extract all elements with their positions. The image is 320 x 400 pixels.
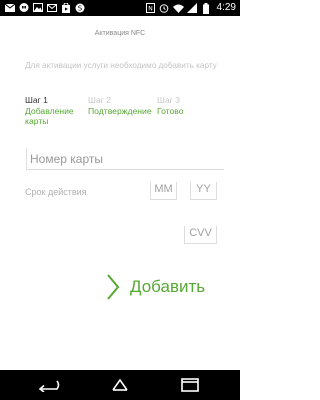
hangouts-icon	[18, 2, 29, 13]
recents-icon[interactable]	[178, 376, 202, 394]
mail-icon	[46, 2, 57, 13]
step-number: Шаг 1	[25, 95, 48, 105]
screen: S N 4:29 Активация NFC Для активации усл…	[0, 0, 240, 400]
home-icon[interactable]	[108, 376, 132, 394]
play-store-icon	[60, 2, 71, 13]
image-icon	[32, 2, 43, 13]
status-bar: S N 4:29	[0, 0, 240, 16]
nfc-icon: N	[145, 3, 156, 14]
step-2: Шаг 2 Подтверждение	[88, 95, 152, 116]
battery-icon	[201, 2, 212, 14]
wifi-icon	[172, 3, 184, 14]
back-icon[interactable]	[37, 376, 61, 394]
page-title: Активация NFC	[94, 30, 146, 37]
step-1: Шаг 1 Добавление карты	[25, 95, 80, 127]
skype-icon: S	[74, 2, 85, 13]
system-icons: N 4:29	[145, 2, 236, 14]
chevron-right-icon	[107, 274, 120, 300]
expiry-month-field[interactable]: MM	[150, 182, 177, 200]
svg-text:S: S	[77, 4, 82, 12]
expiry-year-field[interactable]: YY	[190, 182, 217, 200]
gmail-icon	[4, 2, 15, 13]
expiry-label: Срок действия	[25, 187, 87, 197]
notification-icons: S	[4, 2, 85, 13]
signal-icon	[187, 3, 198, 14]
card-number-field[interactable]: Номер карты	[26, 148, 224, 170]
step-description: Добавление карты	[25, 105, 74, 127]
step-number: Шаг 3	[157, 95, 180, 105]
add-card-button[interactable]: Добавить	[106, 272, 205, 302]
cvv-field[interactable]: CVV	[184, 226, 217, 244]
svg-text:N: N	[148, 6, 153, 13]
clock: 4:29	[216, 2, 236, 13]
step-number: Шаг 2	[88, 95, 111, 105]
navigation-bar	[0, 370, 240, 400]
add-card-label: Добавить	[130, 277, 206, 296]
step-description: Готово	[157, 105, 184, 116]
step-3: Шаг 3 Готово	[157, 95, 184, 116]
instruction-text: Для активации услуги необходимо добавить…	[25, 61, 217, 70]
step-description: Подтверждение	[88, 105, 152, 116]
alarm-icon	[159, 3, 170, 14]
